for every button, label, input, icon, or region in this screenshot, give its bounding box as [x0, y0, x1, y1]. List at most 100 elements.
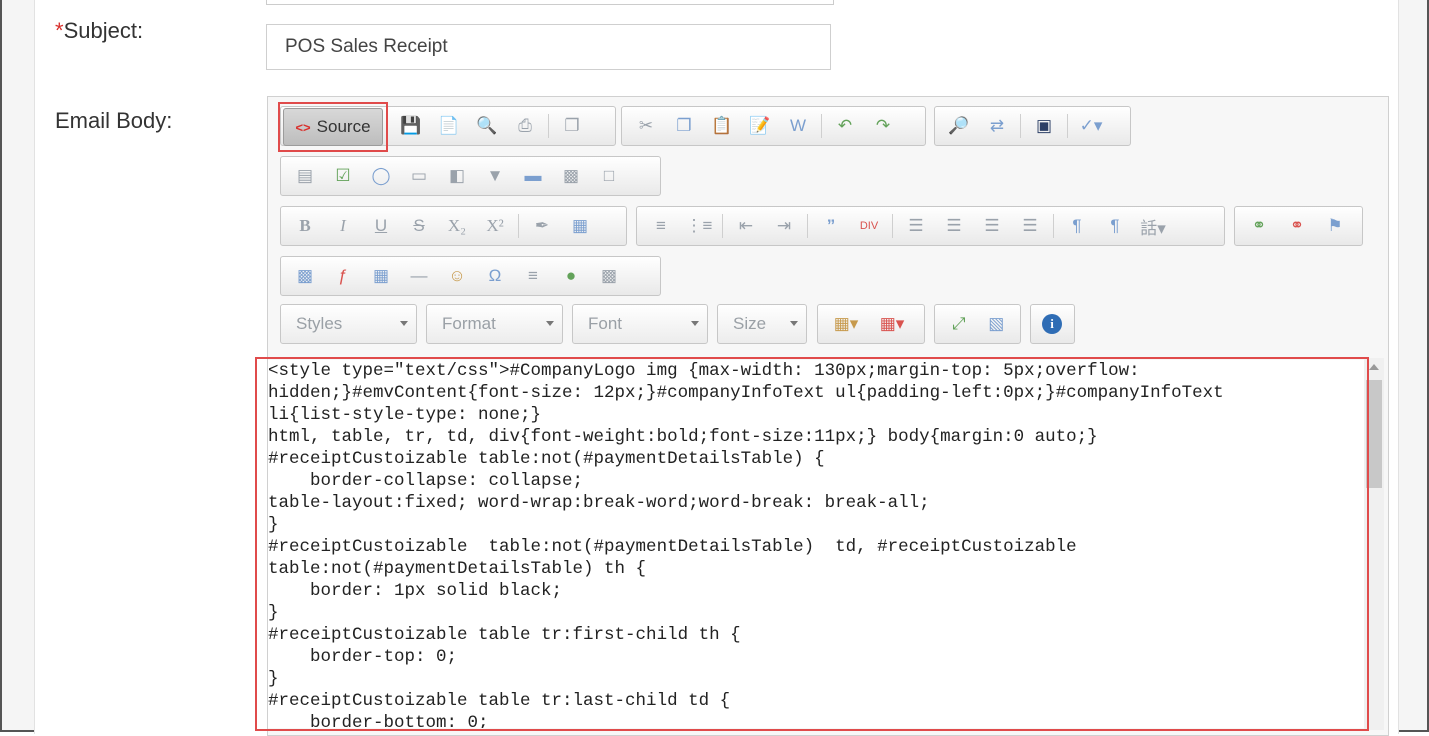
image-icon[interactable]: ▩ — [287, 261, 323, 291]
required-mark: * — [55, 18, 64, 43]
toolbar-separator — [548, 114, 549, 138]
underline-icon[interactable]: U — [363, 211, 399, 241]
iframe-icon[interactable]: ● — [553, 261, 589, 291]
text-field-icon[interactable]: ▭ — [401, 161, 437, 191]
toolbar-group-colors: ▦▾ ▦▾ — [817, 304, 925, 344]
select-field-icon[interactable]: ▼ — [477, 161, 513, 191]
rtl-icon[interactable]: ¶ — [1097, 211, 1133, 241]
toolbar-group-about: i — [1030, 304, 1075, 344]
toolbar-separator — [1067, 114, 1068, 138]
superscript-icon[interactable]: X² — [477, 211, 513, 241]
hidden-field-icon[interactable]: □ — [591, 161, 627, 191]
form-icon[interactable]: ▤ — [287, 161, 323, 191]
find-icon[interactable]: 🔎 — [941, 111, 977, 141]
subscript-icon[interactable]: X₂ — [439, 211, 475, 241]
chevron-down-icon — [400, 321, 408, 326]
format-dropdown[interactable]: Format — [426, 304, 563, 344]
link-icon[interactable]: ⚭ — [1241, 211, 1277, 241]
cut-icon[interactable]: ✂ — [628, 111, 664, 141]
font-label: Font — [588, 314, 623, 333]
page-break-icon[interactable]: ≡ — [515, 261, 551, 291]
email-body-label: Email Body: — [55, 108, 173, 133]
bulleted-list-icon[interactable]: ⋮≡ — [681, 211, 717, 241]
source-button[interactable]: <> Source — [283, 108, 383, 146]
align-right-icon[interactable]: ☰ — [974, 211, 1010, 241]
toolbar-group-paragraph: ≡ ⋮≡ ⇤ ⇥ ” DIV ☰ ☰ ☰ ☰ ¶ ¶ 話▾ — [636, 206, 1225, 246]
source-label: Source — [316, 117, 371, 136]
format-label: Format — [442, 314, 496, 333]
bold-icon[interactable]: B — [287, 211, 323, 241]
italic-icon[interactable]: I — [325, 211, 361, 241]
replace-icon[interactable]: ⇄ — [979, 111, 1015, 141]
align-left-icon[interactable]: ☰ — [898, 211, 934, 241]
toolbar-group-links: ⚭ ⚭ ⚑ — [1234, 206, 1363, 246]
language-icon[interactable]: 話▾ — [1135, 211, 1171, 241]
toolbar-separator — [722, 214, 723, 238]
ltr-icon[interactable]: ¶ — [1059, 211, 1095, 241]
align-center-icon[interactable]: ☰ — [936, 211, 972, 241]
image-button-icon[interactable]: ▩ — [553, 161, 589, 191]
undo-icon[interactable]: ↶ — [827, 111, 863, 141]
copy-format-icon[interactable]: ▦ — [562, 211, 598, 241]
show-blocks-icon[interactable]: ▧ — [979, 309, 1015, 339]
subject-input[interactable] — [266, 24, 831, 70]
print-icon[interactable]: ⎙ — [507, 111, 543, 141]
preview-icon[interactable]: 🔍 — [469, 111, 505, 141]
numbered-list-icon[interactable]: ≡ — [643, 211, 679, 241]
image-alt-icon[interactable]: ▩ — [591, 261, 627, 291]
save-icon[interactable]: 💾 — [393, 111, 429, 141]
unlink-icon[interactable]: ⚭ — [1279, 211, 1315, 241]
size-label: Size — [733, 314, 767, 333]
scrollbar-thumb[interactable] — [1366, 380, 1382, 488]
redo-icon[interactable]: ↷ — [865, 111, 901, 141]
paste-word-icon[interactable]: W — [780, 111, 816, 141]
table-color-icon[interactable]: ▦▾ — [870, 309, 914, 339]
scroll-up-icon[interactable] — [1369, 364, 1379, 370]
anchor-icon[interactable]: ⚑ — [1317, 211, 1353, 241]
copy-icon[interactable]: ❐ — [666, 111, 702, 141]
styles-dropdown[interactable]: Styles — [280, 304, 417, 344]
strike-icon[interactable]: S — [401, 211, 437, 241]
paste-icon[interactable]: 📋 — [704, 111, 740, 141]
toolbar-group-basicstyles: B I U S X₂ X² ✒ ▦ — [280, 206, 627, 246]
outdent-icon[interactable]: ⇤ — [728, 211, 764, 241]
textarea-icon[interactable]: ◧ — [439, 161, 475, 191]
text-color-icon[interactable]: ▦▾ — [824, 309, 868, 339]
toolbar-group-clipboard: ✂ ❐ 📋 📝 W ↶ ↷ — [621, 106, 926, 146]
chevron-down-icon — [790, 321, 798, 326]
radio-icon[interactable]: ◯ — [363, 161, 399, 191]
smiley-icon[interactable]: ☺ — [439, 261, 475, 291]
maximize-icon[interactable]: ⤢ — [941, 309, 977, 339]
font-dropdown[interactable]: Font — [572, 304, 708, 344]
subject-label: *Subject: — [55, 18, 143, 44]
toolbar-separator — [1053, 214, 1054, 238]
blockquote-icon[interactable]: ” — [813, 211, 849, 241]
new-page-icon[interactable]: 📄 — [431, 111, 467, 141]
select-all-icon[interactable]: ▣ — [1026, 111, 1062, 141]
horizontal-line-icon[interactable]: ― — [401, 261, 437, 291]
table-icon[interactable]: ▦ — [363, 261, 399, 291]
spellcheck-icon[interactable]: ✓▾ — [1073, 111, 1109, 141]
checkbox-icon[interactable]: ☑ — [325, 161, 361, 191]
indent-icon[interactable]: ⇥ — [766, 211, 802, 241]
toolbar-separator — [892, 214, 893, 238]
flash-icon[interactable]: ƒ — [325, 261, 361, 291]
remove-format-icon[interactable]: ✒ — [524, 211, 560, 241]
toolbar-group-tools: ⤢ ▧ — [934, 304, 1021, 344]
toolbar-group-insert: ▩ ƒ ▦ ― ☺ Ω ≡ ● ▩ — [280, 256, 661, 296]
toolbar-separator — [807, 214, 808, 238]
button-icon[interactable]: ▬ — [515, 161, 551, 191]
about-icon[interactable]: i — [1037, 309, 1067, 339]
previous-field-edge — [266, 0, 834, 5]
paste-text-icon[interactable]: 📝 — [742, 111, 778, 141]
size-dropdown[interactable]: Size — [717, 304, 807, 344]
toolbar-separator — [518, 214, 519, 238]
div-icon[interactable]: DIV — [851, 211, 887, 241]
special-char-icon[interactable]: Ω — [477, 261, 513, 291]
subject-label-text: Subject: — [63, 18, 144, 43]
source-code-textarea[interactable]: <style type="text/css">#CompanyLogo img … — [268, 360, 1364, 728]
toolbar-group-forms: ▤ ☑ ◯ ▭ ◧ ▼ ▬ ▩ □ — [280, 156, 661, 196]
templates-icon[interactable]: ❐ — [554, 111, 590, 141]
toolbar-separator — [821, 114, 822, 138]
justify-icon[interactable]: ☰ — [1012, 211, 1048, 241]
